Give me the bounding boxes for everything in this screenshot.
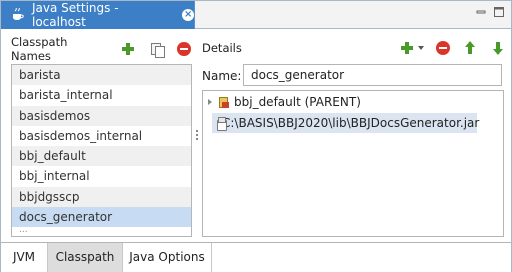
tab-java-options[interactable]: Java Options <box>123 243 212 272</box>
list-item[interactable]: bbj_default <box>12 146 191 167</box>
copy-classpath-icon[interactable] <box>150 42 165 58</box>
list-item[interactable]: basisdemos <box>12 105 191 126</box>
remove-classpath-icon[interactable] <box>177 42 191 56</box>
tab-title: Java Settings - localhost <box>32 1 119 29</box>
move-down-icon[interactable] <box>492 41 504 55</box>
classpath-names-label: Classpath Names <box>11 35 68 63</box>
expand-arrow-icon[interactable] <box>206 98 214 106</box>
tree-node-parent[interactable]: bbj_default (PARENT) <box>206 92 361 112</box>
add-classpath-icon[interactable] <box>121 42 135 56</box>
minimize-icon[interactable] <box>475 6 487 18</box>
library-icon <box>217 96 230 109</box>
name-input[interactable] <box>243 64 502 86</box>
maximize-icon[interactable] <box>493 6 505 18</box>
list-item[interactable]: bbj_internal <box>12 166 191 186</box>
tree-node-jar-selected[interactable]: C:\BASIS\BBJ2020\lib\BBJDocsGenerator.ja… <box>212 113 480 133</box>
list-item[interactable]: basisdemos_internal <box>12 126 191 146</box>
close-tab-icon[interactable]: × <box>182 9 194 21</box>
list-item-partial[interactable]: ... <box>12 227 191 233</box>
move-up-icon[interactable] <box>464 41 476 55</box>
window-controls <box>475 6 505 18</box>
tab-jvm[interactable]: JVM <box>1 243 48 272</box>
classpath-entries-tree[interactable]: bbj_default (PARENT) C:\BASIS\BBJ2020\li… <box>202 90 504 237</box>
list-item-selected[interactable]: docs_generator <box>12 207 191 228</box>
classpath-names-header: Classpath Names <box>11 35 191 63</box>
add-entry-icon[interactable] <box>400 41 414 55</box>
tree-node-label: C:\BASIS\BBJ2020\lib\BBJDocsGenerator.ja… <box>222 116 480 130</box>
tab-classpath[interactable]: Classpath <box>48 243 123 272</box>
java-cup-icon <box>11 7 25 22</box>
remove-entry-icon[interactable] <box>436 41 450 55</box>
list-item[interactable]: barista <box>12 65 191 86</box>
list-item[interactable]: bbjdgsscp <box>12 186 191 208</box>
details-label: Details <box>202 41 242 55</box>
details-header: Details <box>202 41 504 57</box>
classpath-names-list[interactable]: barista barista_internal basisdemos basi… <box>11 64 192 237</box>
java-settings-window: Java Settings - localhost × Classpath Na… <box>0 0 512 272</box>
panel-splitter-handle[interactable] <box>195 129 199 143</box>
name-label: Name: <box>202 69 242 83</box>
add-entry-dropdown-icon[interactable] <box>418 46 424 50</box>
editor-tab-java-settings[interactable]: Java Settings - localhost × <box>1 1 195 29</box>
details-toolbar <box>400 41 504 55</box>
editor-tab-bar: Java Settings - localhost × <box>1 1 511 29</box>
list-item[interactable]: barista_internal <box>12 85 191 105</box>
tree-node-label: bbj_default (PARENT) <box>234 95 361 109</box>
settings-bottom-tabs: JVM Classpath Java Options <box>1 242 511 272</box>
